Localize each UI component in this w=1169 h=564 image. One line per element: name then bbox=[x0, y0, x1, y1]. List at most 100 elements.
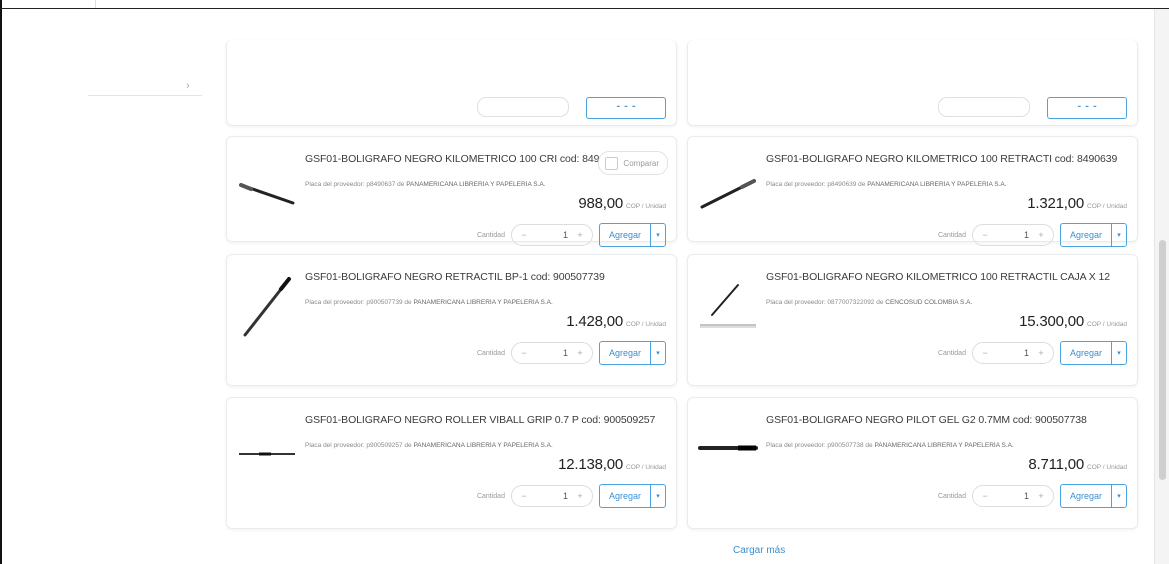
add-button[interactable]: ⁃ ⁃ ⁃ bbox=[1047, 97, 1127, 119]
add-button[interactable]: Agregar ▾ bbox=[1059, 223, 1127, 247]
sidebar-filter-divider bbox=[88, 95, 202, 96]
quantity-value[interactable]: 1 bbox=[991, 348, 1035, 358]
product-price: 1.321,00 bbox=[1027, 195, 1085, 212]
supplier-name[interactable]: CENCOSUD COLOMBIA S.A. bbox=[885, 299, 972, 306]
quantity-stepper[interactable]: − 1 + bbox=[510, 485, 593, 507]
checkbox-icon[interactable] bbox=[605, 156, 619, 170]
supplier-name[interactable]: PANAMERICANA LIBRERÍA Y PAPELERÍA S.A. bbox=[874, 442, 1013, 449]
quantity-stepper[interactable] bbox=[477, 97, 569, 117]
add-button-label[interactable]: Agregar bbox=[1061, 485, 1111, 507]
supplier-prefix: Placa del proveedor: p8490639 de bbox=[766, 181, 866, 188]
pen-image bbox=[239, 452, 295, 456]
supplier-info: Placa del proveedor: p8490637 de PANAMER… bbox=[305, 181, 675, 188]
quantity-stepper[interactable]: − 1 + bbox=[971, 342, 1054, 364]
supplier-info: Placa del proveedor: p8490639 de PANAMER… bbox=[766, 181, 1136, 188]
plus-icon[interactable]: + bbox=[1035, 491, 1047, 501]
price-unit: COP / Unidad bbox=[1087, 321, 1127, 328]
price-unit: COP / Unidad bbox=[626, 321, 666, 328]
chevron-down-icon[interactable]: ▾ bbox=[650, 224, 665, 246]
product-price: 1.428,00 bbox=[566, 313, 624, 330]
scrollbar-thumb[interactable] bbox=[1159, 240, 1166, 480]
quantity-row: Cantidad − 1 + Agregar ▾ bbox=[477, 341, 666, 365]
chevron-down-icon[interactable]: ▾ bbox=[1111, 224, 1126, 246]
supplier-info: Placa del proveedor: p900507738 de PANAM… bbox=[766, 442, 1136, 449]
chevron-down-icon[interactable]: ▾ bbox=[1111, 485, 1126, 507]
supplier-prefix: Placa del proveedor: p8490637 de bbox=[305, 181, 405, 188]
product-title[interactable]: GSF01-BOLIGRAFO NEGRO KILOMETRICO 100 RE… bbox=[766, 271, 1124, 284]
add-button-label[interactable]: Agregar bbox=[1061, 224, 1111, 246]
product-card: GSF01-BOLIGRAFO NEGRO RETRACTIL BP-1 cod… bbox=[226, 254, 677, 386]
product-price: 12.138,00 bbox=[558, 456, 624, 473]
quantity-row: Cantidad − 1 + Agregar ▾ bbox=[477, 484, 666, 508]
pen-image bbox=[243, 277, 291, 337]
product-card: GSF01-BOLIGRAFO NEGRO KILOMETRICO 100 CR… bbox=[226, 136, 677, 247]
quantity-row: Cantidad − 1 + Agregar ▾ bbox=[938, 341, 1127, 365]
add-button[interactable]: Agregar ▾ bbox=[1059, 341, 1127, 365]
quantity-value[interactable]: 1 bbox=[991, 230, 1035, 240]
add-button-label[interactable]: Agregar bbox=[1061, 342, 1111, 364]
pen-image bbox=[698, 445, 758, 451]
plus-icon[interactable]: + bbox=[574, 230, 586, 240]
product-card: GSF01-BOLIGRAFO NEGRO PILOT GEL G2 0.7MM… bbox=[687, 397, 1138, 529]
add-button-label[interactable]: Agregar bbox=[600, 342, 650, 364]
pen-image bbox=[700, 179, 756, 209]
chevron-right-icon[interactable]: › bbox=[186, 80, 190, 92]
supplier-name[interactable]: PANAMERICANA LIBRERÍA Y PAPELERÍA S.A. bbox=[413, 299, 552, 306]
window-left-border bbox=[0, 0, 2, 564]
supplier-name[interactable]: PANAMERICANA LIBRERÍA Y PAPELERÍA S.A. bbox=[413, 442, 552, 449]
add-button[interactable]: Agregar ▾ bbox=[598, 484, 666, 508]
compare-toggle[interactable]: Comparar bbox=[598, 151, 668, 175]
product-title[interactable]: GSF01-BOLIGRAFO NEGRO ROLLER VIBALL GRIP… bbox=[305, 414, 663, 427]
top-divider bbox=[0, 8, 1169, 9]
minus-icon[interactable]: − bbox=[979, 230, 991, 240]
supplier-name[interactable]: PANAMERICANA LIBRERÍA Y PAPELERÍA S.A. bbox=[867, 181, 1006, 188]
minus-icon[interactable]: − bbox=[979, 491, 991, 501]
product-card: GSF01-BOLIGRAFO NEGRO KILOMETRICO 100 RE… bbox=[687, 254, 1138, 386]
quantity-value[interactable]: 1 bbox=[530, 491, 574, 501]
quantity-label: Cantidad bbox=[476, 231, 505, 239]
price-row: 1.428,00 COP / Unidad bbox=[566, 313, 666, 331]
quantity-stepper[interactable]: − 1 + bbox=[971, 224, 1054, 246]
quantity-row: Cantidad − 1 + Agregar ▾ bbox=[938, 484, 1127, 508]
minus-icon[interactable]: − bbox=[518, 491, 530, 501]
plus-icon[interactable]: + bbox=[574, 491, 586, 501]
product-price: 8.711,00 bbox=[1028, 456, 1085, 473]
chevron-down-icon[interactable]: ▾ bbox=[650, 485, 665, 507]
add-button[interactable]: ⁃ ⁃ ⁃ bbox=[586, 97, 666, 119]
quantity-value[interactable]: 1 bbox=[530, 230, 574, 240]
price-row: 988,00 COP / Unidad bbox=[578, 195, 666, 213]
add-button[interactable]: Agregar ▾ bbox=[598, 223, 666, 247]
price-row: 1.321,00 COP / Unidad bbox=[1027, 195, 1127, 213]
quantity-value[interactable]: 1 bbox=[530, 348, 574, 358]
minus-icon[interactable]: − bbox=[979, 348, 991, 358]
product-card-partial: ⁃ ⁃ ⁃ bbox=[687, 40, 1138, 126]
pen-image bbox=[700, 284, 756, 328]
add-button[interactable]: Agregar ▾ bbox=[1059, 484, 1127, 508]
supplier-info: Placa del proveedor: 0877007322092 de CE… bbox=[766, 299, 1136, 306]
minus-icon[interactable]: − bbox=[518, 230, 530, 240]
price-row: 12.138,00 COP / Unidad bbox=[558, 456, 666, 474]
quantity-stepper[interactable]: − 1 + bbox=[510, 342, 593, 364]
quantity-value[interactable]: 1 bbox=[991, 491, 1035, 501]
add-button[interactable]: Agregar ▾ bbox=[598, 341, 666, 365]
minus-icon[interactable]: − bbox=[518, 348, 530, 358]
add-button-label[interactable]: Agregar bbox=[600, 485, 650, 507]
price-unit: COP / Unidad bbox=[1087, 203, 1127, 210]
product-title[interactable]: GSF01-BOLIGRAFO NEGRO KILOMETRICO 100 RE… bbox=[766, 153, 1124, 166]
supplier-prefix: Placa del proveedor: p900509257 de bbox=[305, 442, 412, 449]
plus-icon[interactable]: + bbox=[1035, 348, 1047, 358]
chevron-down-icon[interactable]: ▾ bbox=[650, 342, 665, 364]
chevron-down-icon[interactable]: ▾ bbox=[1111, 342, 1126, 364]
product-title[interactable]: GSF01-BOLIGRAFO NEGRO PILOT GEL G2 0.7MM… bbox=[766, 414, 1124, 427]
quantity-stepper[interactable]: − 1 + bbox=[971, 485, 1054, 507]
load-more-link[interactable]: Cargar más bbox=[733, 545, 785, 556]
price-unit: COP / Unidad bbox=[1087, 464, 1127, 471]
quantity-stepper[interactable] bbox=[938, 97, 1030, 117]
quantity-stepper[interactable]: − 1 + bbox=[510, 224, 593, 246]
product-title[interactable]: GSF01-BOLIGRAFO NEGRO RETRACTIL BP-1 cod… bbox=[305, 271, 663, 284]
supplier-name[interactable]: PANAMERICANA LIBRERÍA Y PAPELERÍA S.A. bbox=[406, 181, 545, 188]
plus-icon[interactable]: + bbox=[1035, 230, 1047, 240]
plus-icon[interactable]: + bbox=[574, 348, 586, 358]
product-card: GSF01-BOLIGRAFO NEGRO ROLLER VIBALL GRIP… bbox=[226, 397, 677, 529]
add-button-label[interactable]: Agregar bbox=[600, 224, 650, 246]
